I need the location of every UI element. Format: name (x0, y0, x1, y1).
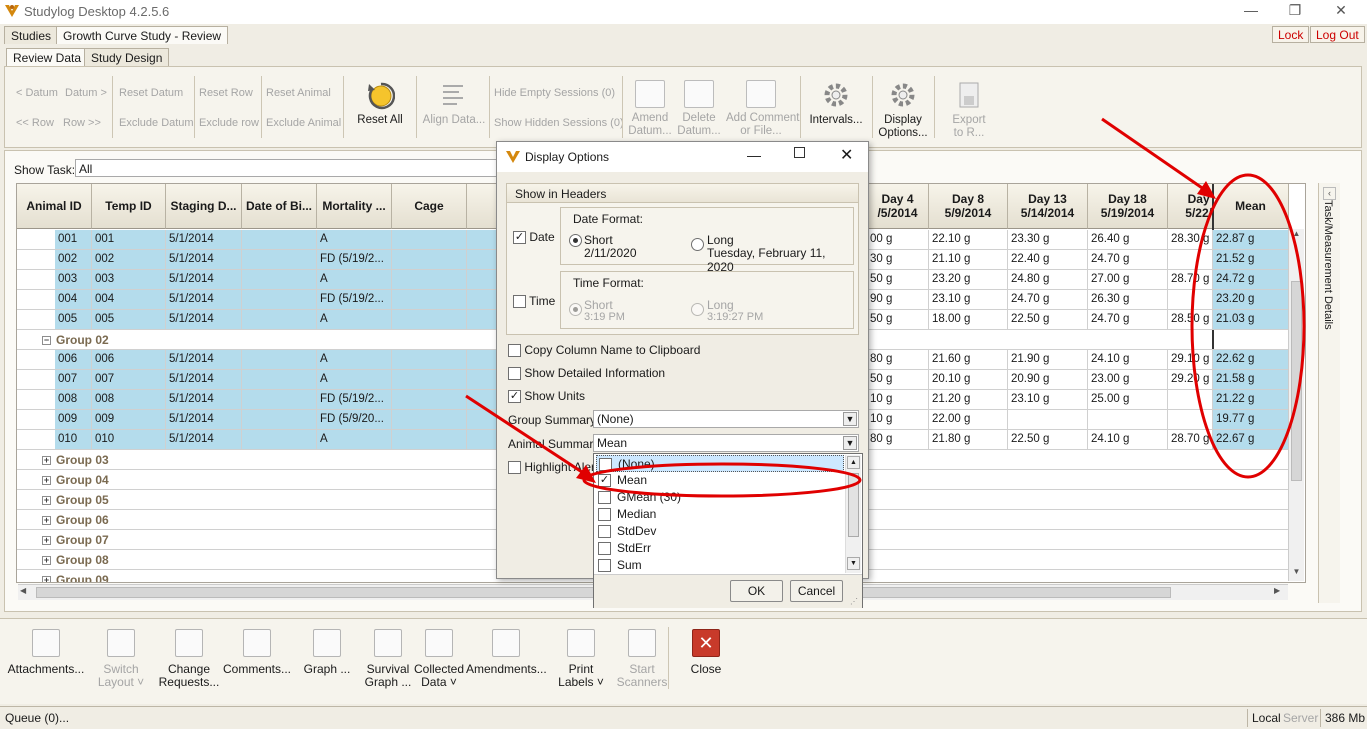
annotation-arrow-to-mean-option (465, 394, 589, 478)
annotation-arrow-to-mean-column (1101, 117, 1209, 194)
arrowhead-icon (1197, 181, 1216, 199)
mean-option-highlight-circle (582, 462, 862, 498)
mean-column-highlight-circle (1190, 173, 1306, 479)
annotation-overlay (465, 117, 1306, 498)
